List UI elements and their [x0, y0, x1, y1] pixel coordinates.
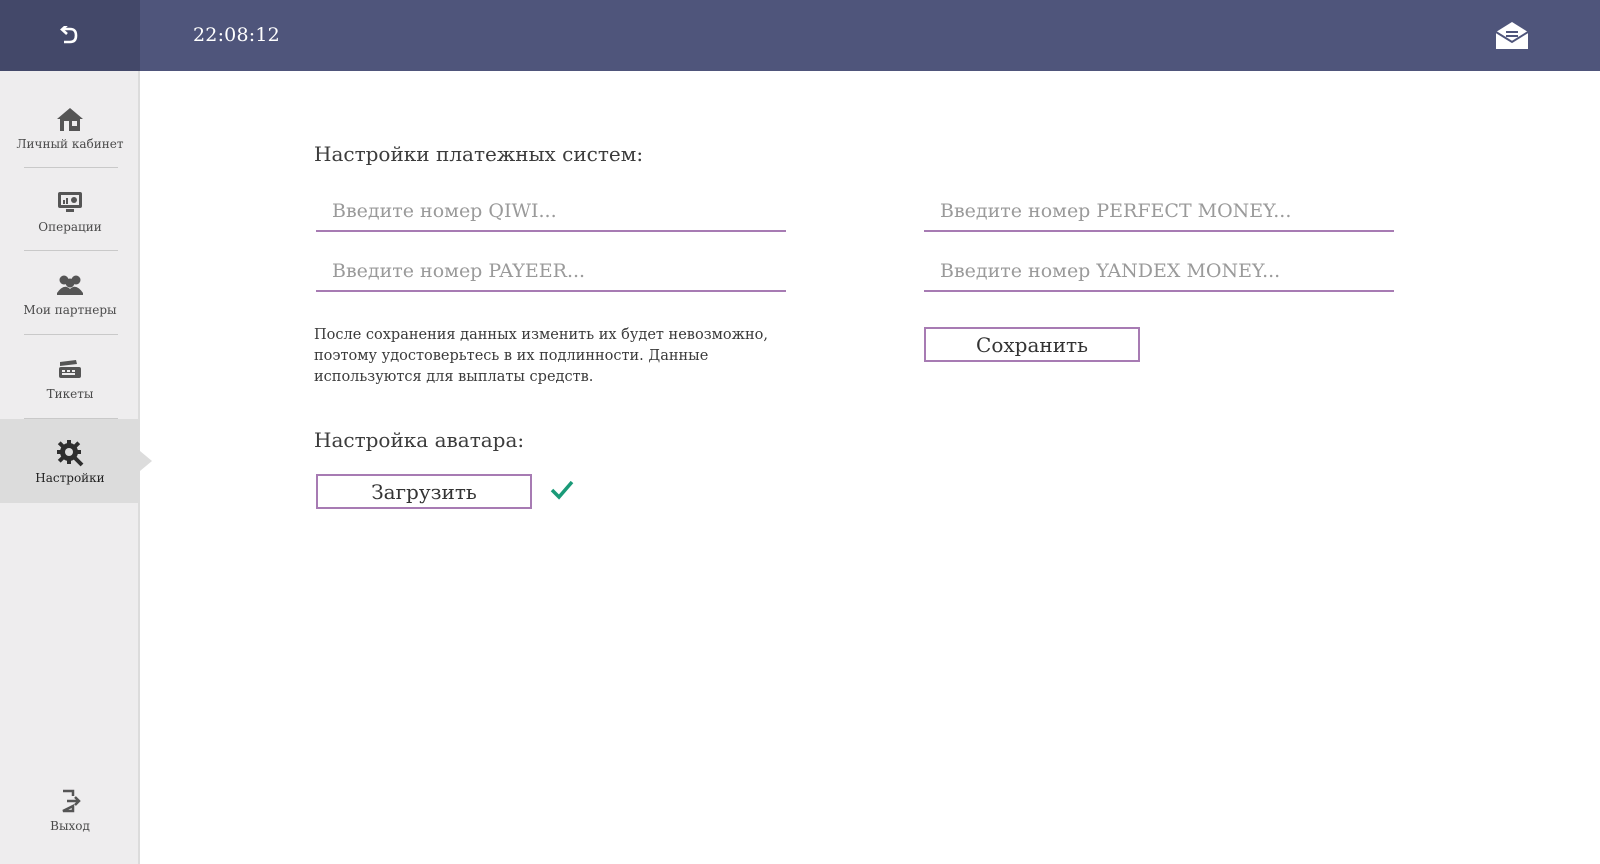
- perfect-money-input[interactable]: [924, 192, 1394, 232]
- back-arrow-icon: [60, 25, 78, 43]
- clock: 22:08:12: [193, 24, 280, 46]
- payment-settings-title: Настройки платежных систем:: [314, 142, 644, 166]
- sidebar-item-operations[interactable]: Операции: [0, 168, 140, 252]
- ticket-icon: [55, 354, 85, 384]
- monitor-chart-icon: [55, 187, 85, 217]
- sidebar-item-label: Настройки: [35, 470, 105, 485]
- logout-button[interactable]: Выход: [0, 781, 140, 841]
- mail-button[interactable]: [1494, 21, 1530, 51]
- gear-wrench-icon: [55, 438, 85, 468]
- sidebar-item-label: Операции: [38, 219, 102, 234]
- sidebar-item-partners[interactable]: Мои партнеры: [0, 251, 140, 335]
- sidebar-item-label: Личный кабинет: [16, 136, 124, 151]
- payeer-input[interactable]: [316, 252, 786, 292]
- yandex-money-input[interactable]: [924, 252, 1394, 292]
- sidebar-item-tickets[interactable]: Тикеты: [0, 335, 140, 419]
- sidebar-item-label: Мои партнеры: [23, 302, 117, 317]
- upload-button[interactable]: Загрузить: [316, 474, 532, 509]
- people-icon: [55, 270, 85, 300]
- warning-note: После сохранения данных изменить их буде…: [314, 327, 768, 385]
- sidebar: Личный кабинет Операции Мои партнеры Тик…: [0, 71, 152, 864]
- logout-icon: [59, 789, 81, 817]
- top-bar: 22:08:12: [0, 0, 1600, 71]
- sidebar-item-label: Тикеты: [46, 386, 94, 401]
- sidebar-item-cabinet[interactable]: Личный кабинет: [0, 85, 140, 169]
- back-button[interactable]: [0, 0, 140, 71]
- sidebar-item-settings[interactable]: Настройки: [0, 419, 152, 503]
- qiwi-input[interactable]: [316, 192, 786, 232]
- save-button[interactable]: Сохранить: [924, 327, 1140, 362]
- logout-label: Выход: [50, 819, 90, 833]
- envelope-icon: [1495, 22, 1529, 49]
- avatar-settings-title: Настройка аватара:: [314, 428, 525, 452]
- house-icon: [55, 104, 85, 134]
- checkmark-icon: [550, 480, 574, 500]
